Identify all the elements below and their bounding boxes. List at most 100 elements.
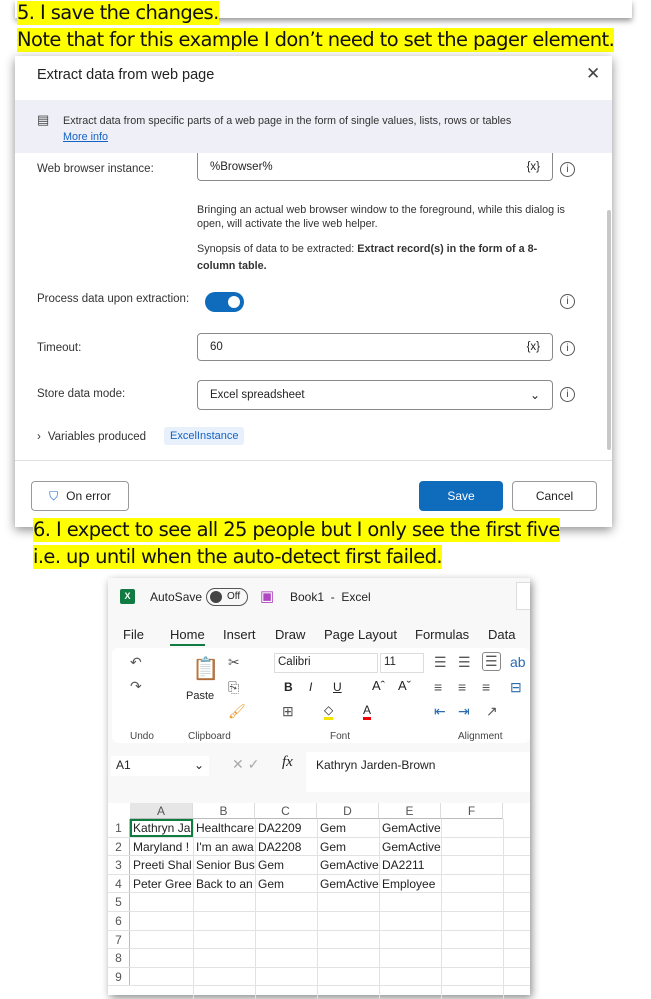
tab-formulas[interactable]: Formulas <box>415 627 469 642</box>
row-header[interactable]: 9 <box>108 967 130 986</box>
row-header[interactable]: 5 <box>108 893 130 912</box>
redo-icon[interactable]: ↷ <box>130 678 142 695</box>
column-header[interactable]: A <box>130 803 193 819</box>
decrease-indent-icon[interactable]: ⇤ <box>434 703 446 720</box>
cancel-button[interactable]: Cancel <box>512 481 597 511</box>
divider <box>15 460 612 461</box>
cell[interactable]: GemActive <box>317 856 379 874</box>
tab-home[interactable]: Home <box>170 627 205 646</box>
cell[interactable] <box>441 838 503 856</box>
cell[interactable]: Senior Bus <box>193 856 255 874</box>
column-header[interactable]: B <box>193 803 255 819</box>
autosave-toggle[interactable]: Off <box>206 588 248 606</box>
cell[interactable]: Healthcare <box>193 819 255 837</box>
increase-indent-icon[interactable]: ⇥ <box>458 703 470 720</box>
undo-icon[interactable]: ↶ <box>130 654 142 671</box>
row-header[interactable]: 6 <box>108 912 130 930</box>
borders-icon[interactable]: ⊞ <box>282 703 294 720</box>
cell[interactable]: I'm an awa <box>193 838 255 856</box>
info-icon[interactable]: i <box>560 162 575 177</box>
timeout-input[interactable]: 60 {x} <box>197 333 553 361</box>
cut-icon[interactable]: ✂ <box>228 654 240 671</box>
scrollbar[interactable] <box>607 210 611 450</box>
browser-input[interactable]: %Browser% {x} <box>197 153 553 181</box>
info-icon[interactable]: i <box>560 294 575 309</box>
search-box-edge[interactable] <box>516 582 530 610</box>
browser-label: Web browser instance: <box>37 163 154 175</box>
cell[interactable]: Kathryn Ja <box>130 819 193 837</box>
cell[interactable]: Back to an <box>193 875 255 893</box>
row-header[interactable]: 1 <box>108 819 130 837</box>
info-icon[interactable]: i <box>560 387 575 402</box>
align-center-icon[interactable]: ≡ <box>458 679 466 695</box>
save-icon[interactable]: ▣ <box>260 587 274 605</box>
save-button[interactable]: Save <box>419 481 503 511</box>
tab-insert[interactable]: Insert <box>223 627 256 642</box>
name-box[interactable]: A1 ⌄ <box>111 756 209 776</box>
font-name-select[interactable]: Calibri <box>274 653 378 673</box>
variable-icon[interactable]: {x} <box>527 341 540 353</box>
italic-icon[interactable]: I <box>309 680 312 694</box>
align-left-icon[interactable]: ≡ <box>434 679 442 695</box>
variables-produced-toggle[interactable]: › Variables produced <box>37 431 146 443</box>
info-icon[interactable]: i <box>560 341 575 356</box>
cell[interactable]: Gem <box>317 838 379 856</box>
store-mode-select[interactable]: Excel spreadsheet ⌄ <box>197 380 553 410</box>
cell[interactable]: Preeti Shal <box>130 856 193 874</box>
formula-bar[interactable]: Kathryn Jarden-Brown <box>306 752 530 792</box>
grid[interactable]: A B C D E F 1 2 3 4 5 6 7 8 9 Kathryn Ja Healthcare DA220… <box>108 803 530 999</box>
cell[interactable]: GemActive <box>317 875 379 893</box>
column-header[interactable]: E <box>379 803 441 819</box>
row-header[interactable]: 3 <box>108 856 130 875</box>
row-header[interactable]: 2 <box>108 837 130 856</box>
copy-icon[interactable]: ⎘ <box>228 679 239 696</box>
orientation-icon[interactable]: ↗ <box>486 703 498 720</box>
cell[interactable]: Maryland ! <box>130 838 193 856</box>
wrap-text-icon[interactable]: ab <box>510 654 526 670</box>
increase-font-icon[interactable]: Aˆ <box>372 678 385 693</box>
font-size-select[interactable]: 11 <box>380 653 424 673</box>
cell[interactable] <box>441 875 503 893</box>
decrease-font-icon[interactable]: Aˇ <box>398 678 411 693</box>
column-header[interactable]: D <box>317 803 379 819</box>
align-top-icon[interactable]: ☰ <box>434 654 447 671</box>
variable-icon[interactable]: {x} <box>527 161 540 173</box>
column-header[interactable]: C <box>255 803 317 819</box>
paste-label[interactable]: Paste <box>186 690 214 702</box>
cell[interactable]: Peter Gree <box>130 875 193 893</box>
tab-file[interactable]: File <box>123 627 144 642</box>
align-middle-icon[interactable]: ☰ <box>458 654 471 671</box>
row-header[interactable]: 4 <box>108 874 130 893</box>
cancel-entry-icon[interactable]: ✕ ✓ <box>232 756 259 773</box>
paste-icon[interactable]: 📋 <box>192 656 219 682</box>
row-header[interactable]: 7 <box>108 930 130 949</box>
cell[interactable]: DA2208 <box>255 838 317 856</box>
align-right-icon[interactable]: ≡ <box>482 679 490 695</box>
cell[interactable]: Gem <box>255 856 317 874</box>
underline-icon[interactable]: U <box>333 680 342 694</box>
tab-draw[interactable]: Draw <box>275 627 305 642</box>
align-bottom-icon[interactable]: ☰ <box>482 652 501 671</box>
bold-icon[interactable]: B <box>284 680 293 694</box>
cell[interactable] <box>441 856 503 874</box>
tab-data[interactable]: Data <box>488 627 515 642</box>
cell[interactable]: Gem <box>255 875 317 893</box>
variable-badge[interactable]: ExcelInstance <box>164 427 245 445</box>
merge-icon[interactable]: ⊟ <box>510 679 522 696</box>
more-info-link[interactable]: More info <box>63 131 108 143</box>
column-header[interactable]: F <box>441 803 503 819</box>
font-color-icon[interactable]: A <box>363 703 372 720</box>
cell[interactable]: DA2209 <box>255 819 317 837</box>
tab-page-layout[interactable]: Page Layout <box>324 627 397 642</box>
synopsis: Synopsis of data to be extracted: Extrac… <box>197 241 567 275</box>
format-painter-icon[interactable]: 🖌 <box>228 703 246 720</box>
row-header[interactable]: 8 <box>108 949 130 968</box>
on-error-button[interactable]: ⛉ On error <box>31 481 129 511</box>
fx-icon[interactable]: fx <box>282 754 293 771</box>
cell[interactable] <box>441 819 503 837</box>
fill-color-icon[interactable]: ◇ <box>324 703 334 720</box>
process-toggle[interactable] <box>205 292 244 312</box>
close-icon[interactable]: ✕ <box>586 64 600 84</box>
process-label: Process data upon extraction: <box>37 293 190 305</box>
cell[interactable]: Gem <box>317 819 379 837</box>
